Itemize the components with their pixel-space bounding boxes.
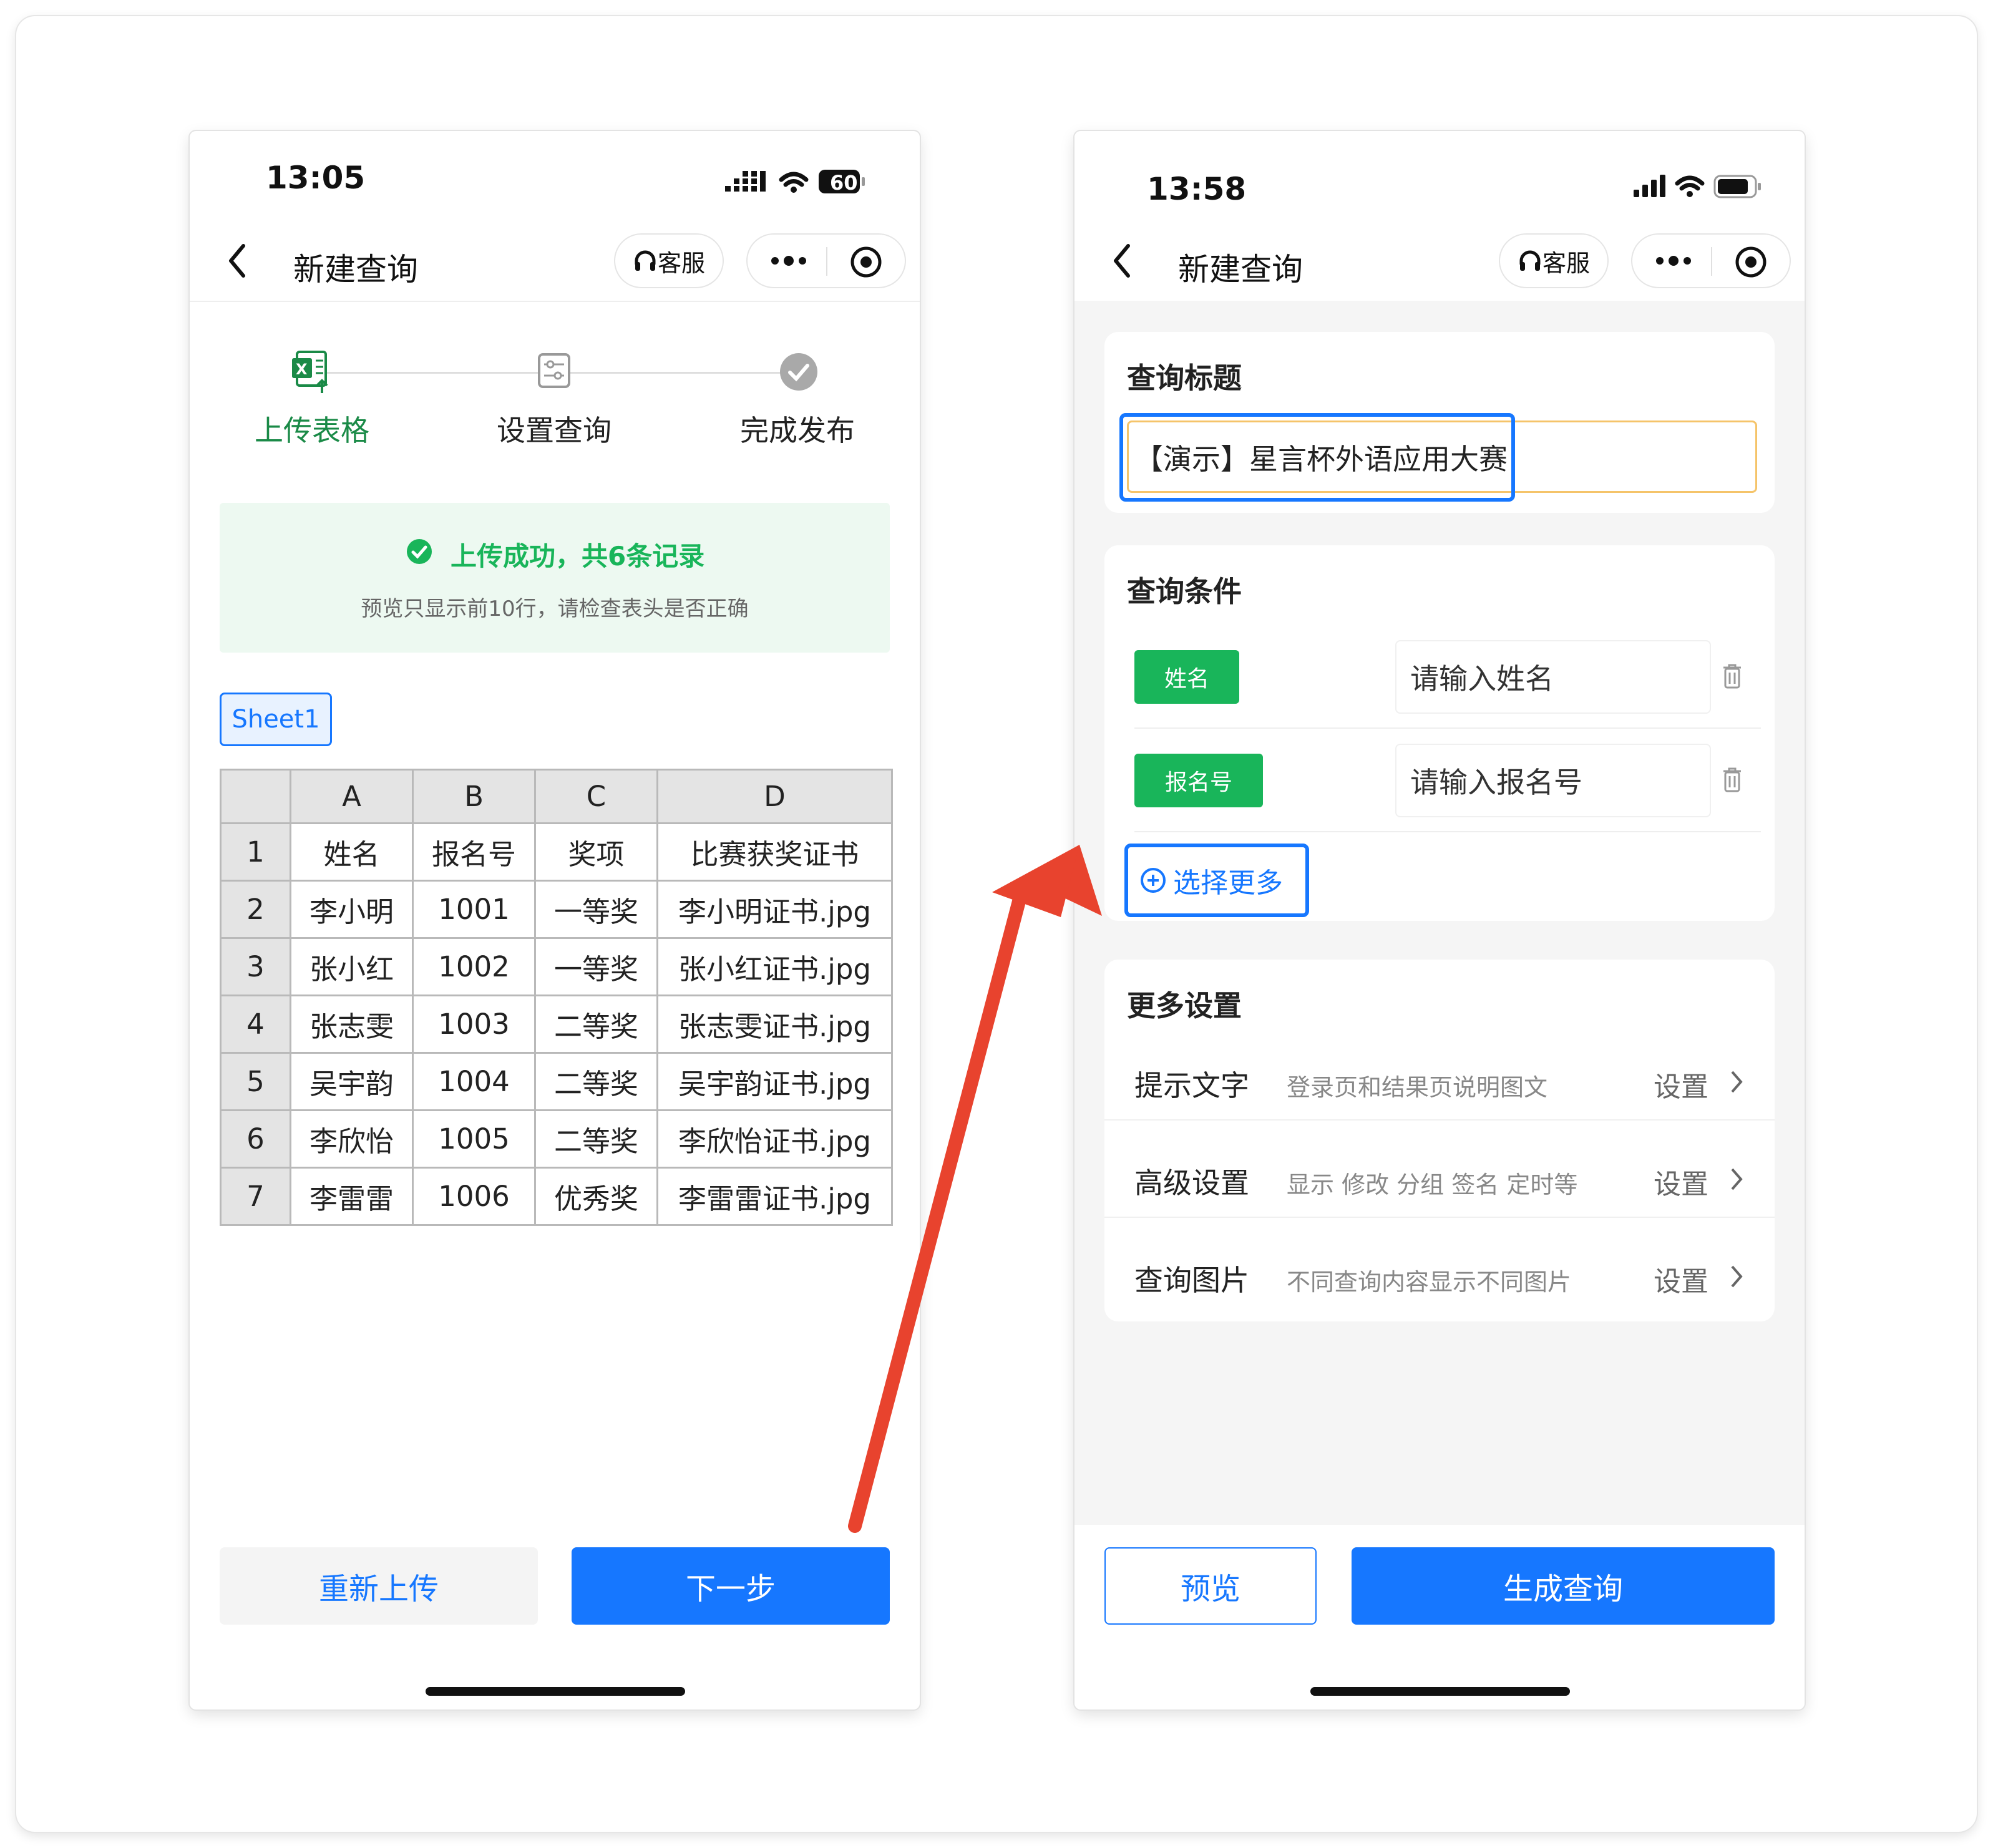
annotation-arrow: [848, 845, 1102, 1533]
